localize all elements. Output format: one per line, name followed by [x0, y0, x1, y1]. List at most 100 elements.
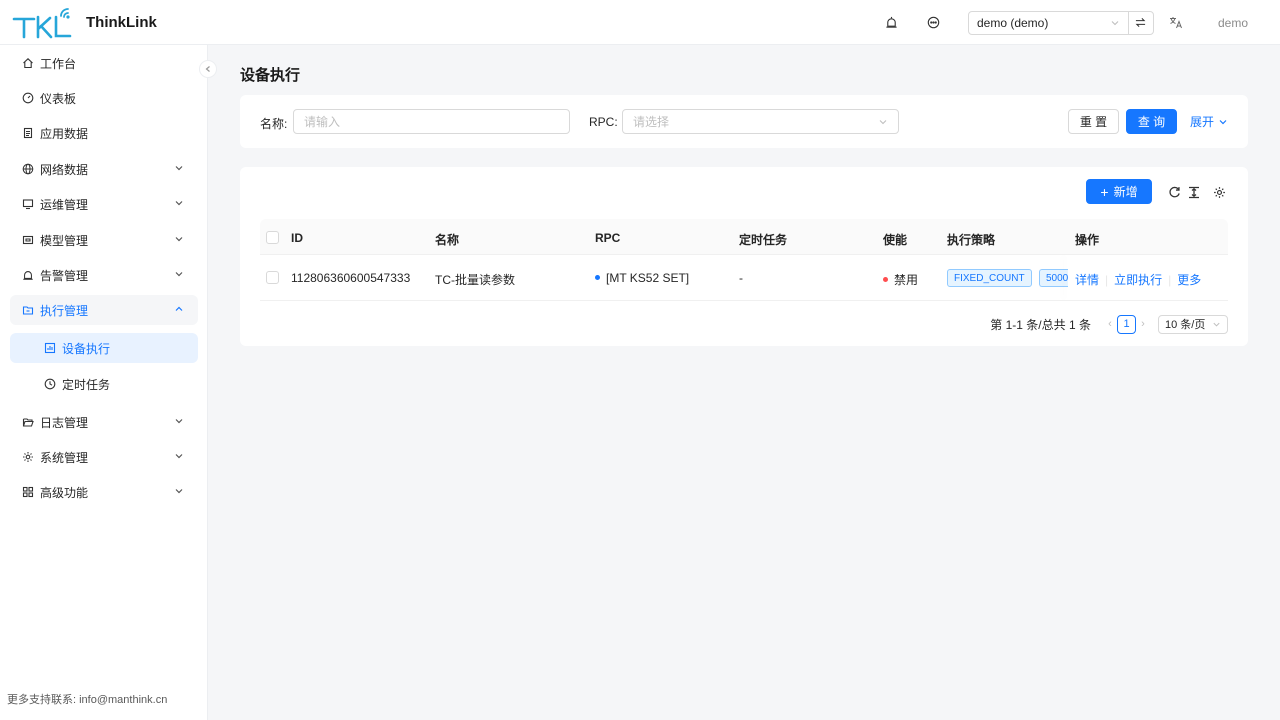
- sidebar-item-label: 执行管理: [40, 303, 89, 318]
- chevron-down-icon: [175, 201, 183, 206]
- sidebar-subitem-device-execution[interactable]: 设备执行: [10, 333, 198, 363]
- page-size-value: 10 条/页: [1165, 319, 1206, 331]
- sidebar-item-label: 应用数据: [40, 126, 89, 141]
- settings-icon[interactable]: [1203, 176, 1235, 208]
- pagination: 第 1-1 条/总共 1 条 ‹ 1 › 10 条/页: [990, 314, 1228, 334]
- column-header-id[interactable]: ID: [291, 231, 303, 245]
- table-card: + 新增 ID 名称 RPC 定时任务 使能 执行策略 操作 112806360…: [240, 167, 1248, 346]
- status-dot: [883, 277, 888, 283]
- support-contact: 更多支持联系: info@manthink.cn: [7, 694, 168, 706]
- sidebar-item-label: 仪表板: [40, 91, 77, 106]
- translate-icon[interactable]: [1160, 7, 1192, 39]
- chevron-down-icon: [175, 237, 183, 242]
- rpc-select[interactable]: 请选择: [622, 109, 899, 134]
- sidebar-item-label: 告警管理: [40, 268, 89, 283]
- prev-page-icon[interactable]: ‹: [1103, 318, 1117, 330]
- chevron-down-icon: [1213, 322, 1220, 327]
- page-size-select[interactable]: 10 条/页: [1158, 314, 1228, 334]
- chevron-down-icon: [175, 419, 183, 424]
- rpc-label: RPC:: [589, 115, 618, 129]
- swap-icon[interactable]: [1129, 12, 1153, 34]
- cell-actions: 详情 | 立即执行 | 更多: [1075, 271, 1201, 288]
- expand-label: 展开: [1189, 115, 1214, 129]
- table-row: 112806360600547333 TC-批量读参数 [MT KS52 SET…: [260, 255, 1228, 301]
- sidebar-item-label: 系统管理: [40, 450, 89, 465]
- execute-now-link[interactable]: 立即执行: [1114, 273, 1162, 287]
- pagination-summary: 第 1-1 条/总共 1 条: [990, 317, 1091, 332]
- strategy-value-tag: 5000: [1039, 269, 1068, 287]
- select-all-checkbox[interactable]: [266, 231, 279, 244]
- rpc-placeholder: 请选择: [633, 115, 670, 129]
- status-dot: [595, 275, 600, 281]
- sidebar-item-execution[interactable]: 执行管理: [10, 295, 198, 325]
- name-input[interactable]: 请输入: [293, 109, 570, 134]
- column-header-strategy[interactable]: 执行策略: [947, 231, 995, 248]
- tenant-select[interactable]: demo (demo): [969, 11, 1129, 34]
- sidebar-item-label: 工作台: [40, 56, 77, 71]
- chevron-left-icon: [205, 66, 210, 72]
- table-header: ID 名称 RPC 定时任务 使能 执行策略 操作: [260, 219, 1228, 255]
- more-link[interactable]: 更多: [1177, 273, 1201, 287]
- document-icon: [22, 127, 34, 139]
- chevron-down-icon: [1111, 20, 1119, 25]
- tenant-value: demo (demo): [976, 15, 1049, 30]
- app-title: ThinkLink: [86, 13, 157, 31]
- page-number[interactable]: 1: [1117, 314, 1136, 334]
- add-label: 新增: [1113, 185, 1138, 199]
- sidebar-item-label: 网络数据: [40, 162, 89, 177]
- add-button[interactable]: + 新增: [1086, 179, 1152, 204]
- sidebar-item-advanced[interactable]: 高级功能: [10, 477, 198, 507]
- sidebar-item-network-data[interactable]: 网络数据: [10, 154, 198, 184]
- divider: |: [1105, 273, 1109, 287]
- alarm-icon[interactable]: [876, 7, 908, 39]
- expand-button[interactable]: 展开: [1188, 109, 1230, 134]
- next-page-icon[interactable]: ›: [1136, 318, 1150, 330]
- reset-button[interactable]: 重 置: [1068, 109, 1119, 134]
- monitor-icon: [22, 198, 34, 210]
- sidebar-subitem-scheduled-tasks[interactable]: 定时任务: [10, 369, 198, 399]
- cell-rpc: [MT KS52 SET]: [595, 271, 689, 285]
- logo[interactable]: ThinkLink: [0, 0, 208, 45]
- column-header-schedule[interactable]: 定时任务: [739, 231, 787, 248]
- tenant-selector[interactable]: demo (demo): [967, 10, 1154, 35]
- message-icon[interactable]: [918, 7, 950, 39]
- detail-link[interactable]: 详情: [1075, 273, 1099, 287]
- model-icon: [22, 234, 34, 246]
- sidebar-item-system[interactable]: 系统管理: [10, 442, 198, 472]
- folder-icon: [22, 304, 34, 316]
- sidebar-item-alarm[interactable]: 告警管理: [10, 260, 198, 290]
- sidebar-item-model[interactable]: 模型管理: [10, 225, 198, 255]
- chevron-down-icon: [879, 119, 887, 124]
- sidebar-item-ops[interactable]: 运维管理: [10, 189, 198, 219]
- sidebar-item-dashboard[interactable]: 仪表板: [10, 83, 198, 113]
- sidebar-item-label: 模型管理: [40, 233, 89, 248]
- collapse-sidebar-button[interactable]: [199, 60, 217, 78]
- page-title: 设备执行: [240, 67, 301, 84]
- dashboard-icon: [22, 92, 34, 104]
- gear-icon: [22, 451, 34, 463]
- cell-id: 112806360600547333: [291, 271, 411, 285]
- cell-name: TC-批量读参数: [435, 273, 515, 287]
- strategy-tag: FIXED_COUNT: [947, 269, 1032, 287]
- sidebar-item-logs[interactable]: 日志管理: [10, 407, 198, 437]
- column-header-enabled[interactable]: 使能: [883, 231, 907, 248]
- top-header: ThinkLink demo (demo) demo: [0, 0, 1280, 45]
- globe-icon: [22, 163, 34, 175]
- query-button[interactable]: 查 询: [1126, 109, 1177, 134]
- row-checkbox[interactable]: [266, 271, 279, 284]
- sidebar-item-workbench[interactable]: 工作台: [10, 48, 198, 78]
- user-name[interactable]: demo: [1218, 16, 1248, 30]
- chevron-down-icon: [175, 454, 183, 459]
- chart-icon: [44, 342, 56, 354]
- column-header-rpc[interactable]: RPC: [595, 231, 620, 245]
- alarm-icon: [22, 269, 34, 281]
- cell-enabled: 禁用: [883, 271, 918, 288]
- column-header-actions: 操作: [1075, 233, 1100, 247]
- search-form: 名称: 请输入 RPC: 请选择 重 置 查 询 展开: [240, 95, 1248, 148]
- folder-open-icon: [22, 416, 34, 428]
- chevron-down-icon: [175, 489, 183, 494]
- column-header-name[interactable]: 名称: [435, 231, 459, 248]
- clock-icon: [44, 378, 56, 390]
- sidebar: 工作台 仪表板 应用数据 网络数据 运维管理 模型管理 告警管理 执行管理 设备…: [0, 45, 208, 720]
- sidebar-item-app-data[interactable]: 应用数据: [10, 118, 198, 148]
